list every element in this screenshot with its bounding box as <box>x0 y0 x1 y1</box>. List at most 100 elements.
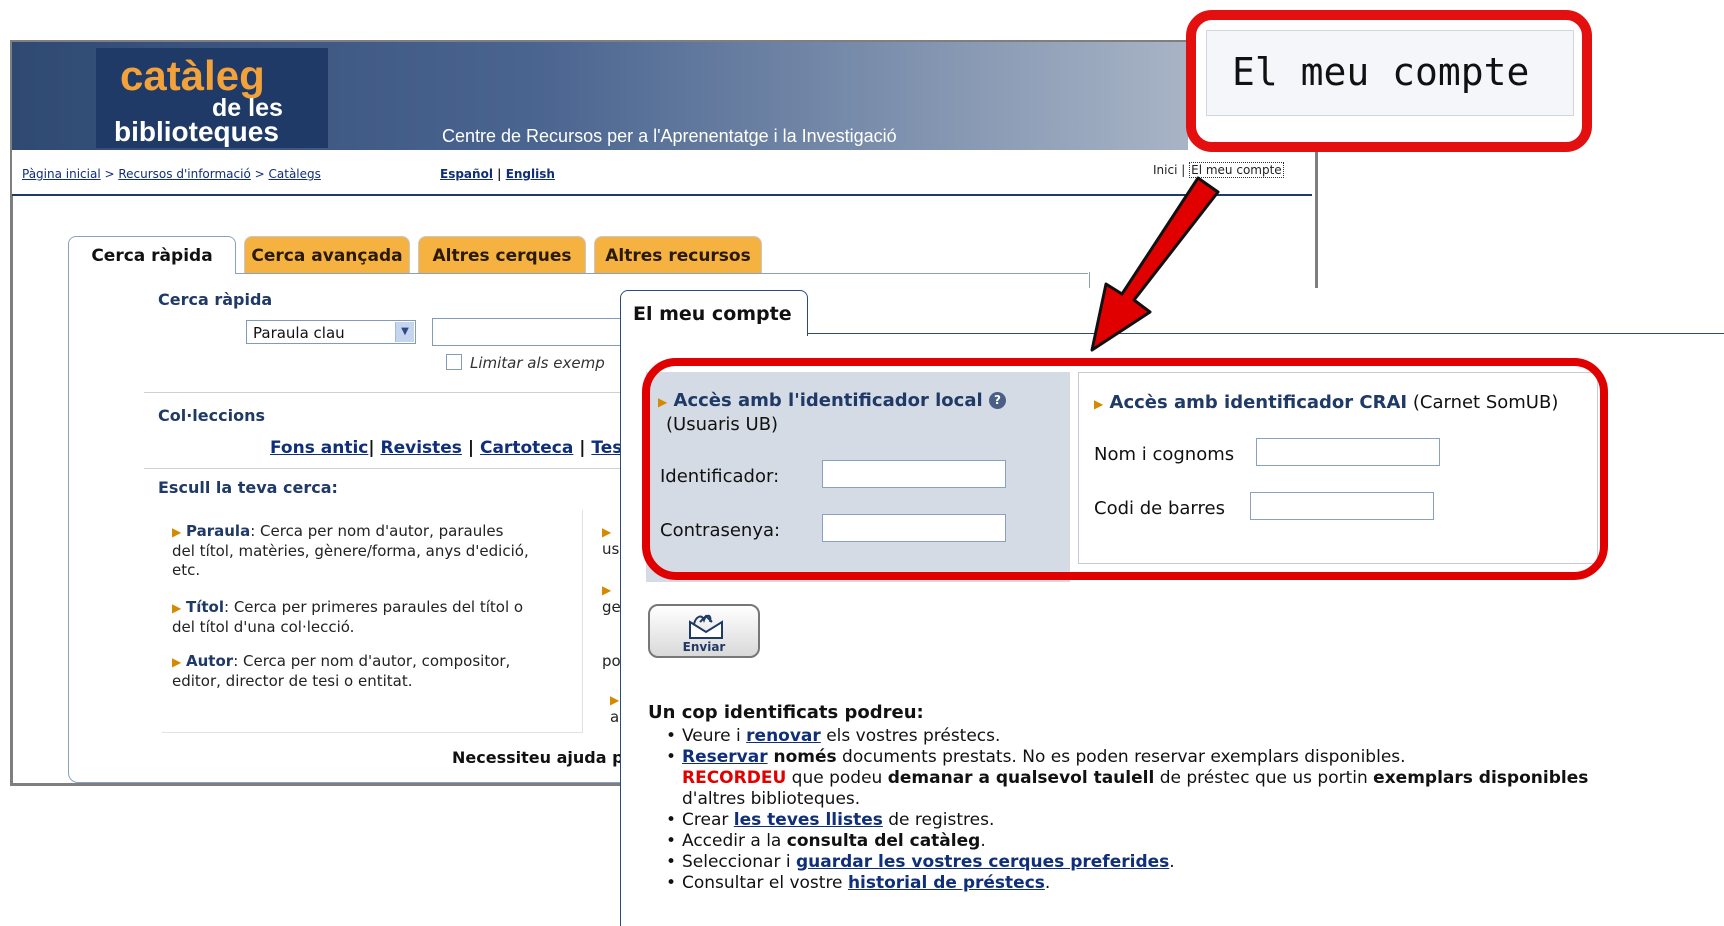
collection-link[interactable]: Revistes <box>381 438 462 458</box>
list-text: . <box>980 831 986 851</box>
bullet: • <box>666 831 677 851</box>
language-spanish-link[interactable]: Español <box>440 167 493 181</box>
bullet: • <box>666 852 677 872</box>
limit-checkbox[interactable] <box>446 354 462 370</box>
divider <box>144 392 620 393</box>
list-text: . <box>1044 873 1051 893</box>
header-subtitle: Centre de Recursos per a l'Aprenentatge … <box>442 126 897 146</box>
triangle-right-icon: ▶ <box>602 525 612 539</box>
logo-line-1: catàleg <box>120 52 265 99</box>
language-english-link[interactable]: English <box>506 167 555 181</box>
list-text: d'altres biblioteques. <box>682 789 861 809</box>
list-item: • Crear les teves llistes de registres. <box>666 810 1588 831</box>
submit-button[interactable]: Enviar <box>648 604 760 658</box>
chevron-down-icon[interactable]: ▼ <box>395 322 414 342</box>
search-type-fragment: ▶ us <box>602 522 619 558</box>
help-text[interactable]: Necessiteu ajuda p <box>452 748 624 767</box>
breadcrumb-home-link[interactable]: Pàgina inicial <box>22 167 101 181</box>
panel-left-border <box>620 335 621 926</box>
search-type-select[interactable]: Paraula clau ▼ <box>246 320 416 344</box>
reserve-link[interactable]: Reservar <box>682 747 768 767</box>
list-item: • Accedir a la consulta del catàleg. <box>666 831 1588 852</box>
collections-links: Fons antic| Revistes | Cartoteca | Tesis <box>270 438 638 458</box>
bullet: • <box>666 873 677 893</box>
tab-other-resources[interactable]: Altres recursos <box>594 236 762 274</box>
collection-separator: | <box>461 438 480 458</box>
bullet: • <box>666 747 677 767</box>
benefits-list: • Veure i renovar els vostres préstecs. •… <box>666 726 1589 894</box>
tab-underline <box>808 333 1724 334</box>
search-type-fragment: ▶ ge <box>602 580 621 616</box>
search-type-desc: : Cerca per primeres paraules del títol … <box>224 598 524 616</box>
triangle-right-icon: ▶ <box>172 601 182 615</box>
fragment-text: us <box>602 540 620 558</box>
info-heading: Un cop identificats podreu: <box>648 702 924 723</box>
search-type-value: Paraula clau <box>253 324 345 342</box>
bullet: • <box>666 810 677 830</box>
search-type-desc: editor, director de tesi o entitat. <box>172 672 413 690</box>
search-type-desc: del títol, matèries, gènere/forma, anys … <box>172 542 529 560</box>
list-text: documents prestats. No es poden reservar… <box>836 747 1406 767</box>
search-type-term[interactable]: Paraula <box>186 522 250 540</box>
list-text: Crear <box>682 810 734 830</box>
my-lists-link[interactable]: les teves llistes <box>734 810 883 830</box>
triangle-right-icon: ▶ <box>172 525 182 539</box>
tab-my-account[interactable]: El meu compte <box>620 290 808 336</box>
search-type-desc: del títol d'una col·lecció. <box>172 618 355 636</box>
search-type-desc: : Cerca per nom d'autor, paraules <box>250 522 504 540</box>
collection-separator: | <box>368 438 375 458</box>
list-text: Seleccionar i <box>682 852 796 872</box>
list-text: Accedir a la <box>682 831 787 851</box>
submit-button-label: Enviar <box>682 640 726 654</box>
triangle-right-icon: ▶ <box>602 583 612 597</box>
red-arrow-icon <box>1090 176 1220 352</box>
tab-quick-search[interactable]: Cerca ràpida <box>68 236 236 274</box>
saved-searches-link[interactable]: guardar les vostres cerques preferides <box>796 852 1169 872</box>
search-type-author: ▶ Autor: Cerca per nom d'autor, composit… <box>172 652 510 691</box>
quick-search-heading: Cerca ràpida <box>158 290 273 309</box>
callout-text: El meu compte <box>1232 50 1530 94</box>
triangle-right-icon: ▶ <box>610 693 620 707</box>
tab-other-searches[interactable]: Altres cerques <box>418 236 586 274</box>
list-item: • Consultar el vostre historial de préste… <box>666 873 1588 894</box>
breadcrumb-catalogs-link[interactable]: Catàlegs <box>269 167 321 181</box>
list-text: Veure i <box>682 726 747 746</box>
choose-search-heading: Escull la teva cerca: <box>158 478 338 497</box>
breadcrumb: Pàgina inicial > Recursos d'informació >… <box>22 167 321 181</box>
search-type-desc: : Cerca per nom d'autor, compositor, <box>233 652 511 670</box>
fragment-text: ge <box>602 598 621 616</box>
breadcrumb-separator: > <box>250 167 269 181</box>
list-item: • Reservar només documents prestats. No e… <box>666 747 1588 768</box>
renew-link[interactable]: renovar <box>746 726 821 746</box>
limit-label: Limitar als exemp <box>470 354 605 372</box>
logo-line-3: biblioteques <box>114 116 279 147</box>
triangle-right-icon: ▶ <box>172 655 182 669</box>
send-icon <box>689 614 723 639</box>
search-type-word: ▶ Paraula: Cerca per nom d'autor, paraul… <box>172 522 529 580</box>
language-switcher: Español | English <box>440 167 555 181</box>
divider <box>144 468 620 469</box>
collection-link[interactable]: Fons antic <box>270 438 368 458</box>
language-separator: | <box>492 167 506 181</box>
list-text: demanar a qualsevol taulell <box>887 768 1155 788</box>
list-text: que podeu <box>786 768 888 788</box>
list-text: els vostres préstecs. <box>820 726 1001 746</box>
collections-heading: Col·leccions <box>158 406 265 425</box>
collection-separator: | <box>573 438 592 458</box>
search-input[interactable] <box>432 318 622 346</box>
search-type-title: ▶ Títol: Cerca per primeres paraules del… <box>172 598 523 637</box>
bullet: • <box>666 726 677 746</box>
loan-history-link[interactable]: historial de préstecs <box>848 873 1045 893</box>
collection-link[interactable]: Cartoteca <box>480 438 573 458</box>
breadcrumb-separator: > <box>100 167 119 181</box>
search-type-term[interactable]: Autor <box>186 652 233 670</box>
search-type-term[interactable]: Títol <box>186 598 224 616</box>
list-text: exemplars disponibles <box>1373 768 1589 788</box>
breadcrumb-resources-link[interactable]: Recursos d'informació <box>118 167 250 181</box>
login-highlight <box>642 358 1608 580</box>
list-text: només <box>767 747 837 767</box>
list-text: consulta del catàleg <box>786 831 981 851</box>
tab-advanced-search[interactable]: Cerca avançada <box>244 236 410 274</box>
list-item: • Seleccionar i guardar les vostres cerqu… <box>666 852 1588 873</box>
fragment-text: po <box>602 652 621 670</box>
